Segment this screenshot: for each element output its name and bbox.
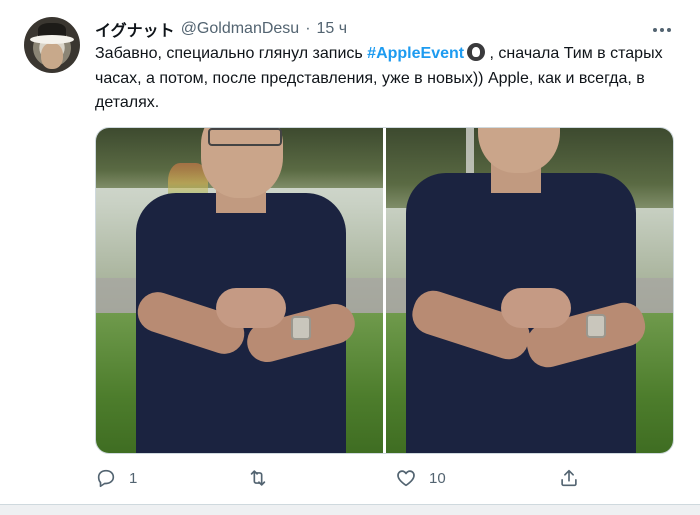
like-count: 10 xyxy=(429,469,446,487)
media-photo-2[interactable] xyxy=(386,128,673,453)
tweet-media xyxy=(95,127,674,454)
avatar[interactable] xyxy=(24,17,80,73)
window-left-edge xyxy=(0,0,8,515)
hashtag-link[interactable]: #AppleEvent xyxy=(367,45,464,62)
retweet-icon xyxy=(250,470,266,486)
author-handle[interactable]: @GoldmanDesu xyxy=(181,20,300,38)
author-name[interactable]: イグナット xyxy=(95,17,175,41)
person-photo-1 xyxy=(96,128,383,453)
like-button[interactable]: 10 xyxy=(395,463,446,493)
retweet-button[interactable] xyxy=(247,463,281,493)
person-photo-2 xyxy=(386,128,673,453)
avatar-hat-brim xyxy=(30,35,74,44)
avatar-face xyxy=(41,43,63,69)
reply-icon xyxy=(97,469,115,488)
tweet-text-before: Забавно, специально глянул запись xyxy=(95,45,368,62)
reply-count: 1 xyxy=(129,469,138,487)
apple-logo-icon xyxy=(467,43,486,61)
share-icon xyxy=(561,469,577,487)
reply-button[interactable]: 1 xyxy=(95,463,137,493)
more-horizontal-icon[interactable] xyxy=(651,20,673,40)
share-button[interactable] xyxy=(558,463,580,493)
window-bottom-edge xyxy=(0,504,700,515)
heart-icon xyxy=(397,470,415,487)
tweet-text: Забавно, специально глянул запись #Apple… xyxy=(95,42,685,116)
tweet-header: イグナット @GoldmanDesu · 15 ч xyxy=(95,18,347,40)
window-right-edge xyxy=(692,0,700,515)
tweet-time[interactable]: 15 ч xyxy=(317,20,348,38)
tweet-actions: 1 10 xyxy=(95,463,675,493)
media-photo-1[interactable] xyxy=(96,128,383,453)
header-separator: · xyxy=(305,20,311,37)
window-top-edge xyxy=(0,0,700,8)
